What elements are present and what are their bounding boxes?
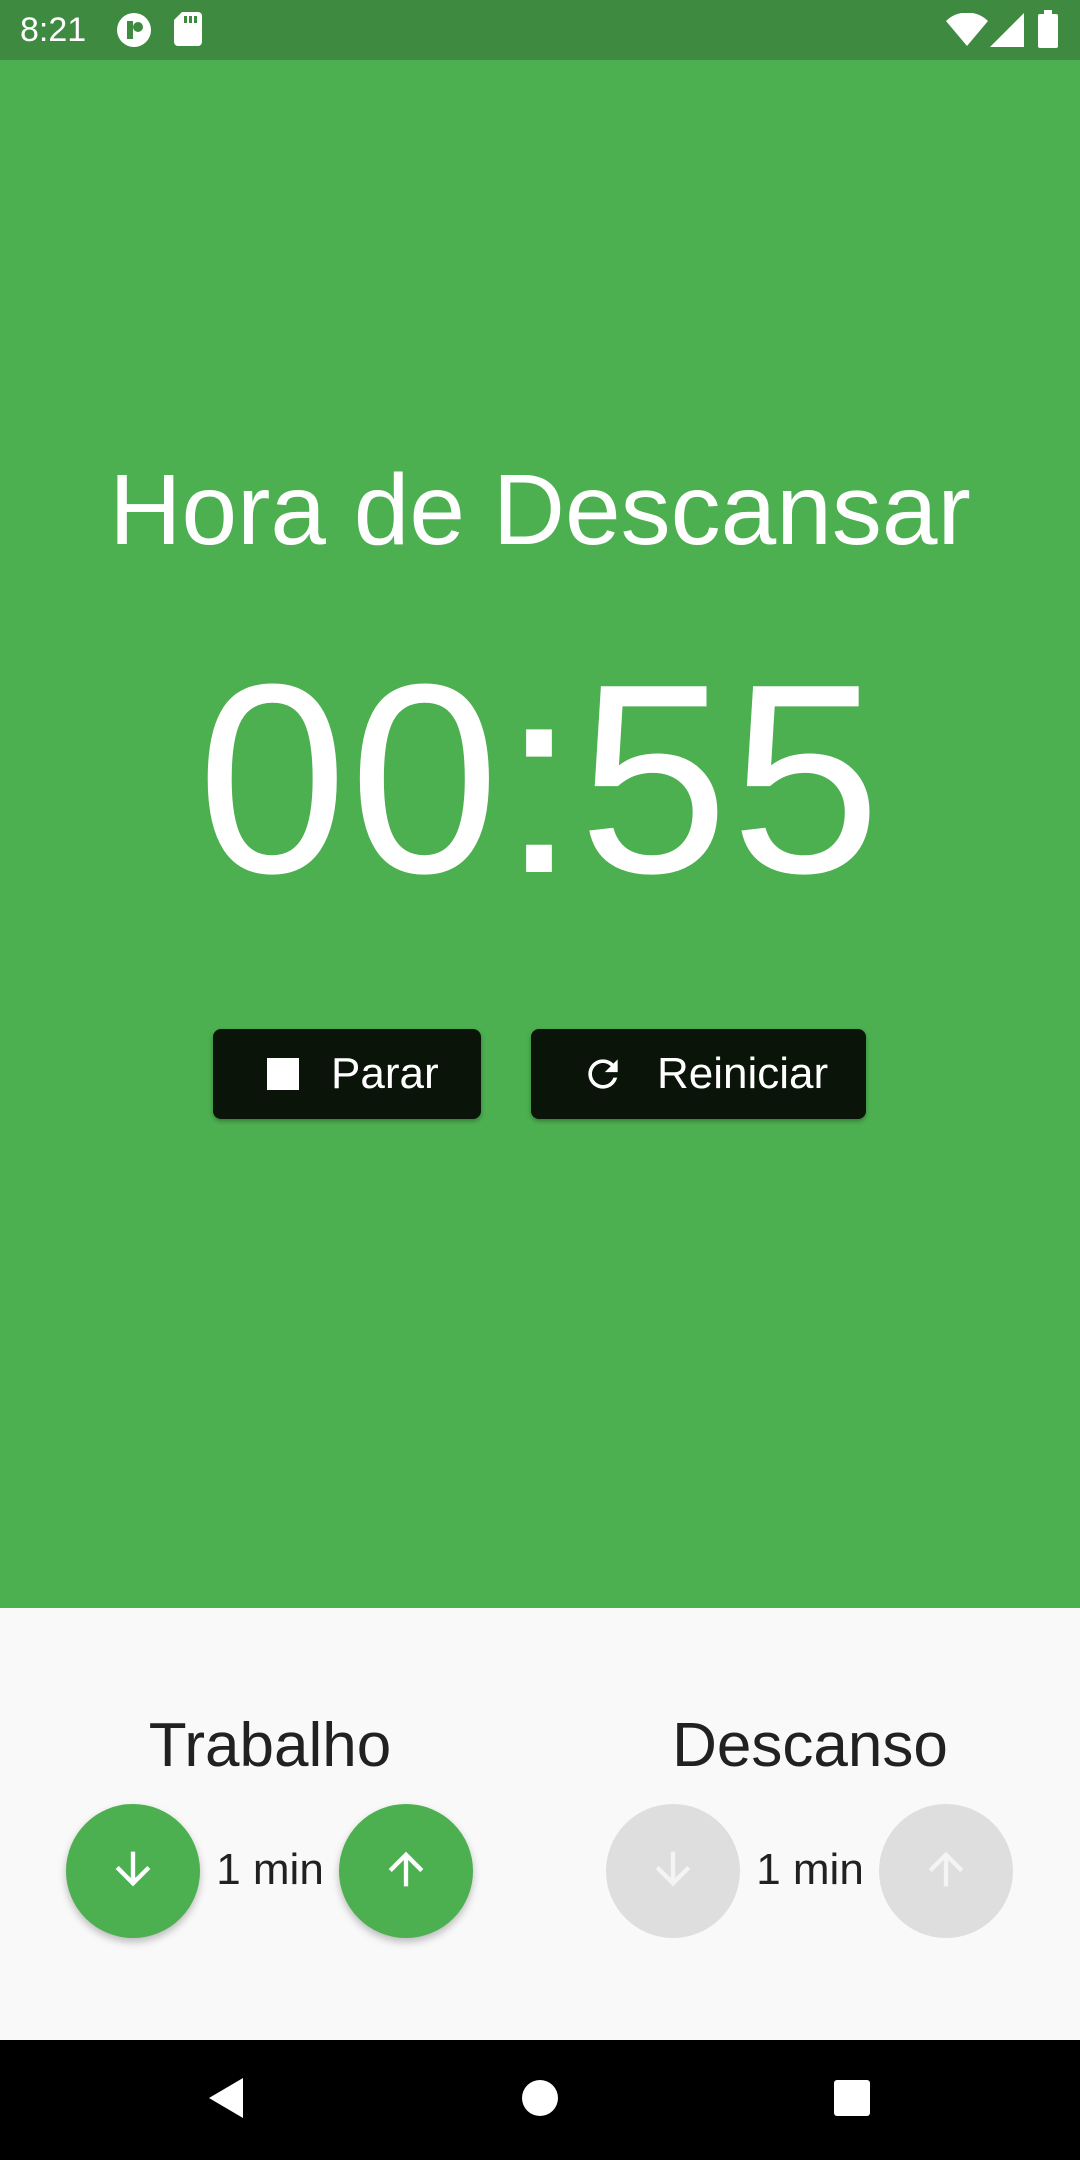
reset-button[interactable]: Reiniciar — [531, 1029, 866, 1119]
rest-duration-value: 1 min — [756, 1845, 864, 1894]
settings-panel: Trabalho 1 min Descanso 1 min — [0, 1608, 1080, 2040]
signal-icon — [990, 13, 1024, 52]
arrow-up-icon — [380, 1843, 432, 1900]
work-increase-button[interactable] — [339, 1804, 473, 1938]
timer-screen: Hora de Descansar 00:55 Parar Reiniciar — [0, 60, 1080, 1608]
rest-title: Descanso — [672, 1711, 948, 1780]
status-bar: 8:21 — [0, 0, 1080, 60]
countdown-display: 00:55 — [197, 629, 883, 930]
arrow-down-icon — [107, 1843, 159, 1900]
work-decrease-button[interactable] — [66, 1804, 200, 1938]
recents-button[interactable] — [792, 2040, 912, 2160]
home-icon — [521, 2079, 559, 2122]
home-button[interactable] — [480, 2040, 600, 2160]
stop-button[interactable]: Parar — [213, 1029, 481, 1119]
stop-icon — [267, 1058, 299, 1090]
recents-icon — [833, 2079, 871, 2122]
wifi-icon — [946, 12, 988, 52]
stop-button-label: Parar — [331, 1049, 439, 1098]
arrow-down-icon — [647, 1843, 699, 1900]
phase-title: Hora de Descansar — [109, 454, 971, 566]
work-title: Trabalho — [148, 1711, 392, 1780]
battery-icon — [1038, 10, 1058, 53]
status-time: 8:21 — [20, 11, 87, 49]
app-notification-icon — [116, 12, 152, 53]
navigation-bar — [0, 2040, 1080, 2160]
reset-button-label: Reiniciar — [657, 1049, 829, 1098]
rest-decrease-button[interactable] — [606, 1804, 740, 1938]
back-icon — [205, 2076, 245, 2125]
rest-increase-button[interactable] — [879, 1804, 1013, 1938]
back-button[interactable] — [165, 2040, 285, 2160]
arrow-up-icon — [920, 1843, 972, 1900]
work-duration-value: 1 min — [216, 1845, 324, 1894]
refresh-icon — [581, 1052, 625, 1096]
sd-card-icon — [174, 12, 202, 51]
